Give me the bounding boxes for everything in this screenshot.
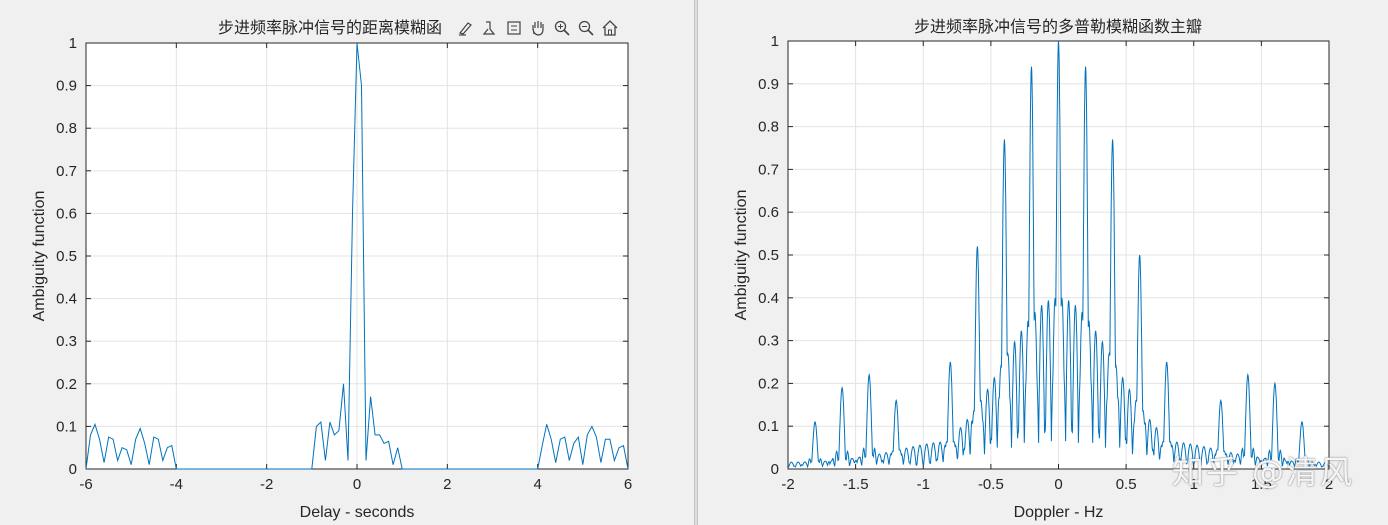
- x-tick-label: 0.5: [1116, 476, 1137, 493]
- y-tick-label: 0.8: [758, 119, 779, 136]
- home-icon[interactable]: [599, 17, 621, 39]
- y-tick-label: 0.6: [56, 205, 77, 222]
- x-tick-label: -1: [917, 476, 930, 493]
- y-tick-label: 0.9: [56, 78, 77, 95]
- x-tick-label: -6: [79, 476, 92, 493]
- axes-toolbar: [455, 16, 621, 40]
- insert-legend-icon[interactable]: [479, 17, 501, 39]
- x-axis-label: Doppler - Hz: [1014, 504, 1104, 521]
- y-tick-label: 0: [771, 461, 779, 478]
- brush-icon[interactable]: [455, 17, 477, 39]
- y-tick-label: 0.6: [758, 204, 779, 221]
- y-tick-label: 0.7: [56, 163, 77, 180]
- y-tick-label: 0.3: [758, 333, 779, 350]
- y-tick-label: 0: [69, 461, 77, 478]
- range-ambiguity-plot: -6 -4 -2 0 2 4 6 0 0.1 0.2 0.3 0.4 0.5 0.6 0.7 0.8 0.9 1 D…: [31, 18, 632, 521]
- x-tick-label: 0: [353, 476, 361, 493]
- zoom-in-icon[interactable]: [551, 17, 573, 39]
- y-tick-label: 0.2: [758, 375, 779, 392]
- y-tick-label: 1: [69, 35, 77, 52]
- x-tick-label: -2: [781, 476, 794, 493]
- x-tick-label: 2: [1325, 476, 1333, 493]
- y-tick-label: 0.8: [56, 120, 77, 137]
- y-axis-label: Ambiguity function: [733, 190, 750, 321]
- y-tick-label: 0.1: [758, 418, 779, 435]
- x-axis-label: Delay - seconds: [300, 504, 415, 521]
- x-tick-label: 2: [443, 476, 451, 493]
- x-tick-label: -2: [260, 476, 273, 493]
- doppler-ambiguity-plot: -2 -1.5 -1 -0.5 0 0.5 1 1.5 2 0 0.1 0.2 0.3 0.4 0.5 0.6…: [733, 17, 1333, 521]
- y-tick-label: 1: [771, 33, 779, 50]
- insert-colorbar-icon[interactable]: [503, 17, 525, 39]
- right-figure: -2 -1.5 -1 -0.5 0 0.5 1 1.5 2 0 0.1 0.2 0.3 0.4 0.5 0.6…: [698, 0, 1388, 525]
- y-tick-label: 0.4: [56, 291, 77, 308]
- x-tick-label: 1.5: [1251, 476, 1272, 493]
- chart-title: 步进频率脉冲信号的距离模糊函: [218, 18, 442, 37]
- pan-icon[interactable]: [527, 17, 549, 39]
- y-tick-label: 0.4: [758, 290, 779, 307]
- x-tick-label: -4: [170, 476, 183, 493]
- x-tick-label: -0.5: [978, 476, 1004, 493]
- y-tick-label: 0.1: [56, 418, 77, 435]
- x-tick-label: 0: [1054, 476, 1062, 493]
- y-tick-label: 0.3: [56, 333, 77, 350]
- y-tick-label: 0.7: [758, 161, 779, 178]
- left-figure: -6 -4 -2 0 2 4 6 0 0.1 0.2 0.3 0.4 0.5 0.6 0.7 0.8 0.9 1 D…: [0, 0, 694, 525]
- zoom-out-icon[interactable]: [575, 17, 597, 39]
- y-tick-label: 0.9: [758, 76, 779, 93]
- chart-title: 步进频率脉冲信号的多普勒模糊函数主瓣: [914, 17, 1202, 36]
- x-tick-label: 1: [1190, 476, 1198, 493]
- x-tick-label: 6: [624, 476, 632, 493]
- y-axis-label: Ambiguity function: [31, 191, 48, 322]
- x-tick-label: -1.5: [843, 476, 869, 493]
- y-tick-label: 0.5: [758, 247, 779, 264]
- y-tick-label: 0.2: [56, 376, 77, 393]
- x-tick-label: 4: [533, 476, 541, 493]
- y-tick-label: 0.5: [56, 248, 77, 265]
